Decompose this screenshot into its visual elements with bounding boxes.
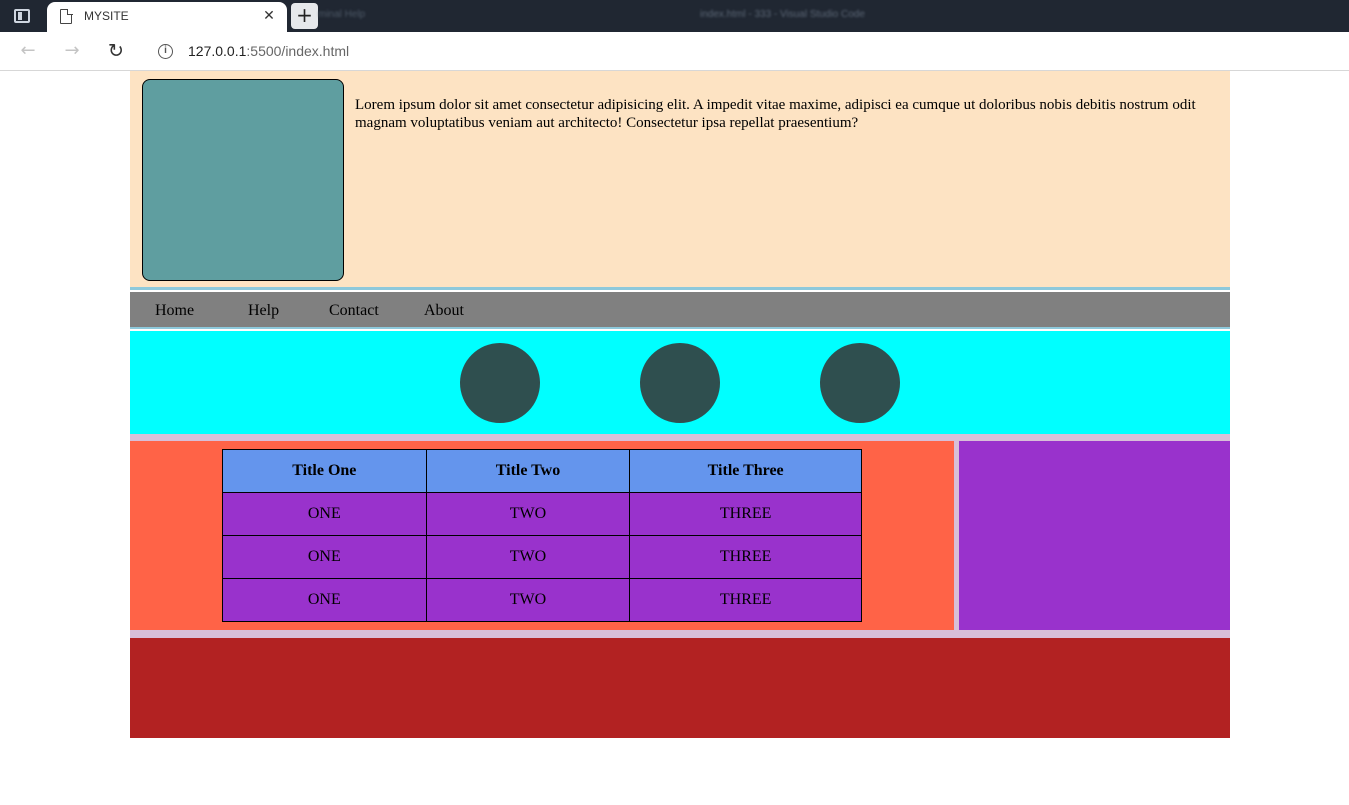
url-host: 127.0.0.1 xyxy=(188,43,247,59)
main-content: Title One Title Two Title Three ONE TWO … xyxy=(130,441,954,630)
window-menu-icon[interactable] xyxy=(14,9,30,23)
table-header-cell: Title One xyxy=(222,449,427,493)
table-row: ONE TWO THREE xyxy=(222,578,862,622)
table-header-cell: Title Three xyxy=(629,449,862,493)
data-table: Title One Title Two Title Three ONE TWO … xyxy=(222,449,862,622)
table-cell: TWO xyxy=(425,535,631,579)
table-cell: ONE xyxy=(222,535,427,579)
site-info-icon[interactable]: i xyxy=(158,44,173,59)
section-divider xyxy=(130,630,1230,638)
url-text[interactable]: 127.0.0.1:5500/index.html xyxy=(188,43,349,59)
address-bar[interactable]: i 127.0.0.1:5500/index.html xyxy=(145,36,1349,67)
close-tab-icon[interactable]: ✕ xyxy=(261,7,277,25)
nav-link-home[interactable]: Home xyxy=(155,302,194,320)
table-header-cell: Title Two xyxy=(425,449,631,493)
url-path: :5500/index.html xyxy=(246,43,350,59)
nav-link-contact[interactable]: Contact xyxy=(329,302,379,320)
forward-arrow-icon[interactable]: → xyxy=(60,39,84,63)
table-cell: THREE xyxy=(629,578,862,622)
browser-toolbar: ← → ↻ i 127.0.0.1:5500/index.html xyxy=(0,32,1349,71)
page-footer xyxy=(130,638,1230,738)
sidebar-panel xyxy=(959,441,1230,630)
page-header: Lorem ipsum dolor sit amet consectetur a… xyxy=(130,71,1230,290)
circles-section xyxy=(130,331,1230,434)
nav-link-about[interactable]: About xyxy=(424,302,464,320)
header-image-box xyxy=(142,79,344,281)
intro-paragraph: Lorem ipsum dolor sit amet consectetur a… xyxy=(355,97,1196,131)
tab-mysite[interactable]: MYSITE ✕ xyxy=(47,2,287,32)
table-header-row: Title One Title Two Title Three xyxy=(222,449,862,493)
new-tab-button[interactable]: + xyxy=(291,3,318,29)
circle-shape xyxy=(460,343,540,423)
table-cell: TWO xyxy=(425,492,631,536)
table-cell: THREE xyxy=(629,492,862,536)
back-arrow-icon[interactable]: ← xyxy=(16,39,40,63)
table-cell: ONE xyxy=(222,578,427,622)
nav-bar: Home Help Contact About xyxy=(130,292,1230,329)
table-cell: ONE xyxy=(222,492,427,536)
nav-link-help[interactable]: Help xyxy=(248,302,279,320)
circle-shape xyxy=(640,343,720,423)
table-cell: TWO xyxy=(425,578,631,622)
section-divider xyxy=(130,434,1230,441)
reload-icon[interactable]: ↻ xyxy=(104,39,128,63)
table-cell: THREE xyxy=(629,535,862,579)
circle-shape xyxy=(820,343,900,423)
table-row: ONE TWO THREE xyxy=(222,535,862,579)
background-app-menu: minal Help xyxy=(318,9,366,20)
tab-title: MYSITE xyxy=(84,9,129,23)
table-row: ONE TWO THREE xyxy=(222,492,862,536)
background-window-title: index.html - 333 - Visual Studio Code xyxy=(700,9,865,20)
browser-title-bar: MYSITE ✕ + minal Help index.html - 333 -… xyxy=(0,0,1349,32)
page-icon xyxy=(60,8,73,24)
